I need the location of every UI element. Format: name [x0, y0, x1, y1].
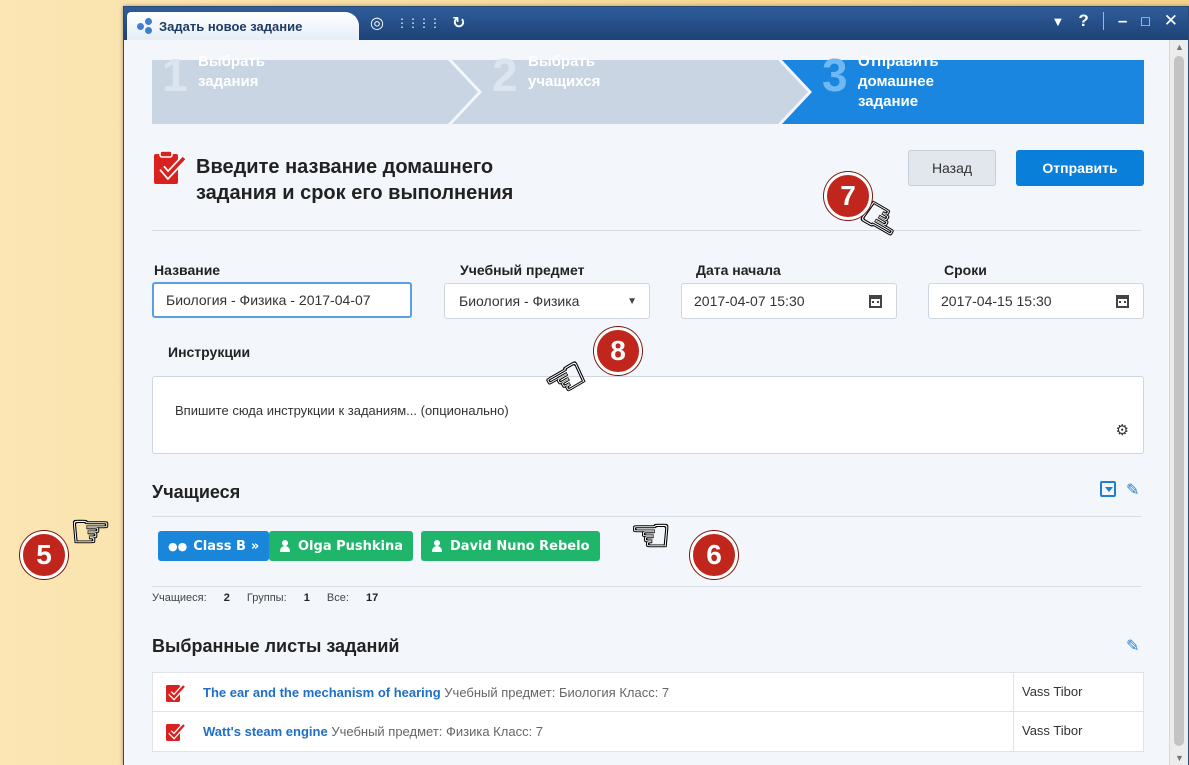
chip-david-label: David Nuno Rebelo	[450, 538, 590, 554]
students-title: Учащиеся	[152, 482, 241, 502]
calendar-icon[interactable]	[869, 295, 882, 308]
stat-groups-label: Группы:	[246, 592, 287, 604]
assignment-icon	[166, 684, 185, 702]
share-icon	[137, 18, 153, 34]
stat-all-value: 17	[365, 592, 379, 604]
page-title-line2: задания и срок его выполнения	[196, 182, 514, 204]
chip-class-b-label: Class B	[193, 538, 246, 554]
window-tab[interactable]: Задать новое задание	[127, 12, 359, 40]
step-3-number: 3	[822, 49, 848, 101]
callout-5: 5	[20, 531, 68, 579]
edit-worksheets-pencil-icon[interactable]: ✎	[1126, 636, 1139, 656]
callout-7: 7	[824, 172, 872, 220]
subject-select-value: Биология - Физика	[459, 293, 580, 309]
gear-icon[interactable]: ⚙	[1116, 421, 1129, 439]
step-3-label-line2: домашнее задание	[858, 73, 934, 110]
students-stats: Учащиеся: 2 Группы: 1 Все: 17	[152, 592, 392, 604]
calendar-icon[interactable]	[1116, 295, 1129, 308]
select-caret-icon: ▼	[627, 296, 637, 307]
callout-8: 8	[594, 327, 642, 375]
help-icon[interactable]: ?	[1078, 11, 1088, 31]
start-date-input[interactable]: 2017-04-07 15:30	[681, 283, 897, 319]
step-1-label-line1: Выбрать	[198, 53, 265, 70]
person-icon	[279, 540, 291, 552]
title-separator	[1102, 12, 1104, 30]
step-2-label-line1: Выбрать	[528, 53, 595, 70]
stat-students-value: 2	[223, 592, 230, 604]
chip-class-b[interactable]: ●● Class B »	[158, 531, 270, 561]
back-button[interactable]: Назад	[908, 150, 996, 186]
minimize-icon[interactable]: –	[1118, 11, 1127, 31]
scroll-down-icon[interactable]: ▼	[1175, 753, 1184, 763]
callout-6: 6	[690, 531, 738, 579]
content-area: 1 Выбрать задания 2 Выбрать учащихся 3 О…	[124, 40, 1169, 765]
title-bar: Задать новое задание ◎ ⋮⋮⋮⋮ ↻ ▼ ? – □ ✕	[124, 7, 1188, 40]
instructions-placeholder: Впишите сюда инструкции к заданиям... (о…	[175, 403, 509, 418]
start-date-label: Дата начала	[696, 262, 781, 278]
assignment-icon	[166, 723, 185, 741]
worksheets-title: Выбранные листы заданий	[152, 636, 400, 656]
stat-all-label: Все:	[326, 592, 349, 604]
stat-groups-value: 1	[303, 592, 310, 604]
step-3-label-line1: Отправить	[858, 53, 939, 70]
deadline-input[interactable]: 2017-04-15 15:30	[928, 283, 1144, 319]
worksheet-link[interactable]: The ear and the mechanism of hearing	[203, 685, 441, 700]
send-button[interactable]: Отправить	[1016, 150, 1144, 186]
scroll-up-icon[interactable]: ▲	[1175, 42, 1184, 52]
keyboard-icon[interactable]: ⋮⋮⋮⋮	[396, 16, 441, 30]
deadline-label: Сроки	[944, 262, 987, 278]
step-2-label-line2: учащихся	[528, 73, 601, 90]
deadline-value: 2017-04-15 15:30	[941, 293, 1052, 309]
chip-olga-label: Olga Pushkina	[298, 538, 404, 554]
name-label: Название	[154, 262, 221, 278]
worksheets-table: The ear and the mechanism of hearing Уче…	[152, 672, 1144, 752]
instructions-textarea[interactable]: Впишите сюда инструкции к заданиям... (о…	[152, 376, 1144, 454]
header-divider	[152, 230, 1141, 231]
stat-students-label: Учащиеся:	[152, 592, 207, 604]
page-title-line1: Введите название домашнего	[196, 156, 494, 178]
name-input[interactable]: Биология - Физика - 2017-04-07	[152, 282, 412, 318]
worksheet-meta: Учебный предмет: Физика Класс: 7	[331, 724, 544, 739]
page-title: Введите название домашнего задания и сро…	[196, 154, 636, 206]
subject-select[interactable]: Биология - Физика ▼	[444, 283, 650, 319]
chip-olga-pushkina[interactable]: Olga Pushkina	[269, 531, 414, 561]
students-divider-bottom	[152, 586, 1141, 587]
edit-students-pencil-icon[interactable]: ✎	[1126, 480, 1139, 500]
subject-label: Учебный предмет	[460, 262, 585, 278]
window-tab-title: Задать новое задание	[159, 18, 303, 34]
pointing-hand-icon: ☜	[70, 505, 112, 557]
worksheet-link[interactable]: Watt's steam engine	[203, 724, 328, 739]
collapse-icon[interactable]	[1100, 481, 1116, 497]
refresh-icon[interactable]: ↻	[452, 13, 465, 33]
worksheet-author: Vass Tibor	[1013, 712, 1145, 751]
instructions-label: Инструкции	[168, 344, 251, 360]
chip-class-b-suffix: »	[250, 538, 260, 554]
step-1-number: 1	[162, 49, 188, 101]
table-row[interactable]: The ear and the mechanism of hearing Уче…	[153, 673, 1143, 712]
person-icon	[431, 540, 443, 552]
chip-david-nuno-rebelo[interactable]: David Nuno Rebelo	[421, 531, 600, 561]
assignment-icon	[154, 150, 186, 184]
vertical-scrollbar[interactable]: ▲ ▼	[1169, 40, 1188, 765]
group-icon: ●●	[168, 539, 188, 553]
worksheet-meta: Учебный предмет: Биология Класс: 7	[444, 685, 670, 700]
start-date-value: 2017-04-07 15:30	[694, 293, 805, 309]
table-row[interactable]: Watt's steam engine Учебный предмет: Физ…	[153, 712, 1143, 751]
close-icon[interactable]: ✕	[1164, 11, 1178, 31]
globe-icon[interactable]: ◎	[370, 13, 384, 33]
step-1-label-line2: задания	[198, 73, 259, 90]
dropdown-menu-icon[interactable]: ▼	[1052, 14, 1065, 29]
maximize-icon[interactable]: □	[1141, 13, 1149, 29]
scroll-thumb[interactable]	[1174, 56, 1184, 746]
assignment-window: Задать новое задание ◎ ⋮⋮⋮⋮ ↻ ▼ ? – □ ✕ …	[123, 6, 1189, 765]
step-2-number: 2	[492, 49, 518, 101]
pointing-hand-icon: ☜	[630, 509, 672, 561]
progress-steps	[152, 60, 1144, 124]
worksheet-author: Vass Tibor	[1013, 673, 1145, 712]
